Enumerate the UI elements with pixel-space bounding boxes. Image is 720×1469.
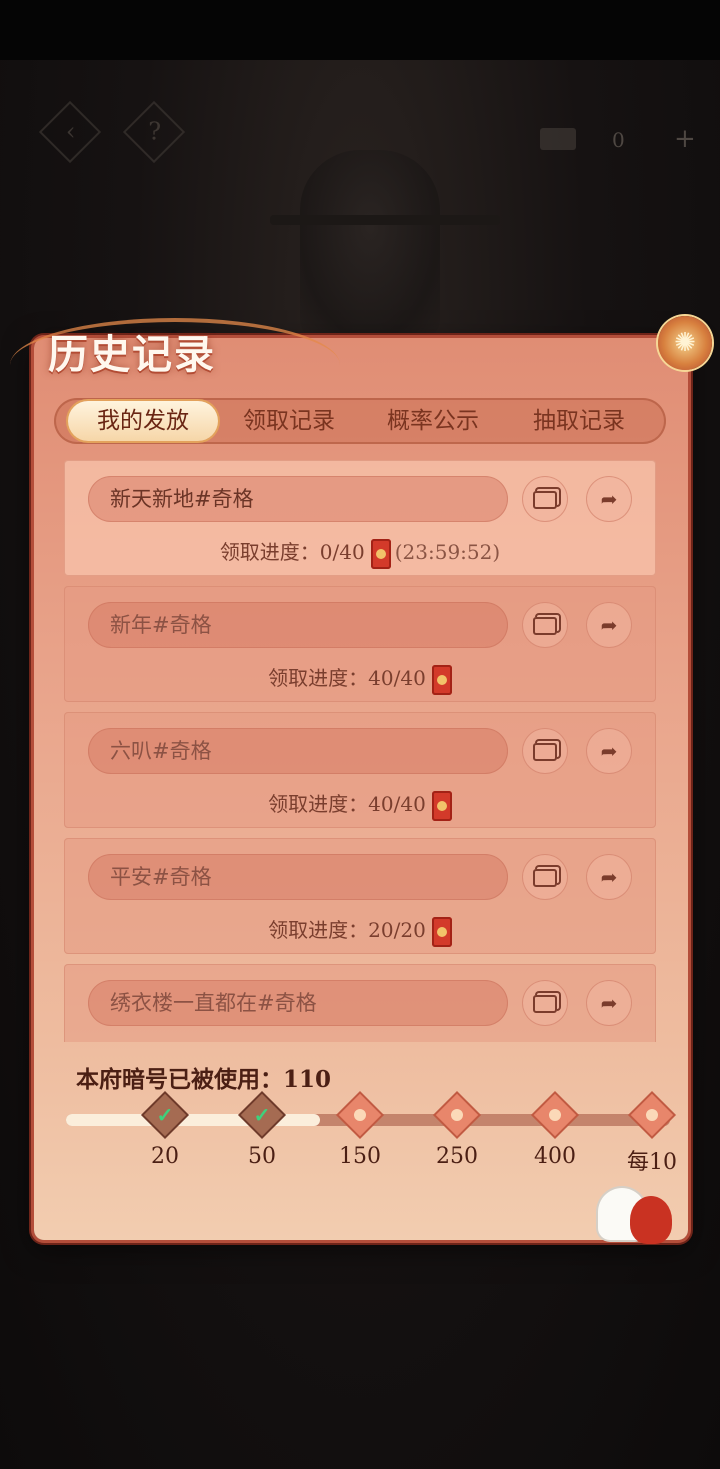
share-button[interactable]: ➦ xyxy=(586,980,632,1026)
background-character-hat xyxy=(270,215,500,225)
record-name: 新天新地#奇格 xyxy=(110,487,254,511)
record-name-field: 新天新地#奇格 xyxy=(88,476,508,522)
check-icon: ✓ xyxy=(156,1103,174,1127)
share-button[interactable]: ➦ xyxy=(586,728,632,774)
share-arrow-icon: ➦ xyxy=(600,739,618,763)
share-button[interactable]: ➦ xyxy=(586,854,632,900)
copy-icon xyxy=(533,995,557,1013)
question-mark-icon: ? xyxy=(148,117,162,146)
copy-icon xyxy=(533,743,557,761)
reward-icon xyxy=(351,1106,369,1124)
share-button[interactable]: ➦ xyxy=(586,476,632,522)
red-envelope-icon xyxy=(370,538,391,569)
milestone-label: 150 xyxy=(339,1144,381,1169)
record-progress: 领取进度：40/40 xyxy=(64,788,656,821)
copy-button[interactable] xyxy=(522,476,568,522)
record-card: 新天新地#奇格 ➦ 领取进度：0/40 (23:59:52) xyxy=(64,460,656,576)
record-name-field: 绣衣楼一直都在#奇格 xyxy=(88,980,508,1026)
record-card: 新年#奇格 ➦ 领取进度：40/40 xyxy=(64,586,656,702)
record-name: 平安#奇格 xyxy=(110,865,212,889)
share-arrow-icon: ➦ xyxy=(600,487,618,511)
add-resource-button[interactable]: + xyxy=(674,124,696,154)
tab-my-distribution[interactable]: 我的发放 xyxy=(68,401,218,441)
countdown-timer: (23:59:52) xyxy=(394,540,501,564)
share-arrow-icon: ➦ xyxy=(600,865,618,889)
progress-text: 领取进度：40/40 xyxy=(268,666,426,690)
record-card: 绣衣楼一直都在#奇格 ➦ xyxy=(64,964,656,1042)
milestone-label: 每10 xyxy=(627,1150,677,1175)
resource-icon xyxy=(540,128,576,150)
progress-text: 领取进度：20/20 xyxy=(268,918,426,942)
copy-icon xyxy=(533,869,557,887)
share-button[interactable]: ➦ xyxy=(586,602,632,648)
copy-button[interactable] xyxy=(522,854,568,900)
reward-icon xyxy=(546,1106,564,1124)
record-progress: 领取进度：0/40 (23:59:52) xyxy=(64,536,656,569)
record-name: 新年#奇格 xyxy=(110,613,212,637)
record-name-field: 新年#奇格 xyxy=(88,602,508,648)
record-name-field: 平安#奇格 xyxy=(88,854,508,900)
progress-text: 领取进度：40/40 xyxy=(268,792,426,816)
back-arrow-icon: ‹ xyxy=(65,117,76,146)
record-card: 六叭#奇格 ➦ 领取进度：40/40 xyxy=(64,712,656,828)
milestone-reward-20[interactable]: ✓ xyxy=(143,1093,187,1137)
close-button[interactable]: ✺ xyxy=(658,316,712,370)
copy-button[interactable] xyxy=(522,602,568,648)
record-progress: 领取进度：40/40 xyxy=(64,662,656,695)
resource-count: 0 xyxy=(612,128,625,152)
record-name: 绣衣楼一直都在#奇格 xyxy=(110,991,317,1015)
share-arrow-icon: ➦ xyxy=(600,991,618,1015)
progress-text: 领取进度：0/40 xyxy=(219,540,365,564)
record-card: 平安#奇格 ➦ 领取进度：20/20 xyxy=(64,838,656,954)
milestone-label: 20 xyxy=(151,1144,179,1169)
red-envelope-icon xyxy=(431,790,452,821)
lucky-bag-icon xyxy=(630,1196,672,1244)
status-bar-area xyxy=(0,0,720,60)
share-arrow-icon: ➦ xyxy=(600,613,618,637)
record-name-field: 六叭#奇格 xyxy=(88,728,508,774)
lantern-ornament-icon: ✺ xyxy=(674,328,696,358)
copy-icon xyxy=(533,617,557,635)
background-character xyxy=(300,150,440,340)
reward-icon xyxy=(643,1106,661,1124)
panel-title: 历史记录 xyxy=(48,331,216,378)
red-envelope-icon xyxy=(431,664,452,695)
tab-draw-records[interactable]: 抽取记录 xyxy=(504,401,654,441)
copy-button[interactable] xyxy=(522,728,568,774)
milestone-label: 250 xyxy=(436,1144,478,1169)
tab-bar: 我的发放 领取记录 概率公示 抽取记录 xyxy=(54,398,666,444)
record-progress: 领取进度：20/20 xyxy=(64,914,656,947)
tab-probability[interactable]: 概率公示 xyxy=(358,401,508,441)
copy-button[interactable] xyxy=(522,980,568,1026)
record-list[interactable]: 新天新地#奇格 ➦ 领取进度：0/40 (23:59:52) 新年#奇格 ➦ 领取… xyxy=(64,460,656,1042)
milestone-label: 50 xyxy=(248,1144,276,1169)
reward-icon xyxy=(448,1106,466,1124)
red-envelope-icon xyxy=(431,916,452,947)
milestone-reward-50[interactable]: ✓ xyxy=(240,1093,284,1137)
record-name: 六叭#奇格 xyxy=(110,739,212,763)
check-icon: ✓ xyxy=(253,1103,271,1127)
usage-count-label: 本府暗号已被使用：110 xyxy=(76,1066,332,1093)
milestone-progress-bar: ✓ ✓ xyxy=(66,1093,674,1137)
milestone-label: 400 xyxy=(534,1144,576,1169)
tab-claim-records[interactable]: 领取记录 xyxy=(214,401,364,441)
copy-icon xyxy=(533,491,557,509)
